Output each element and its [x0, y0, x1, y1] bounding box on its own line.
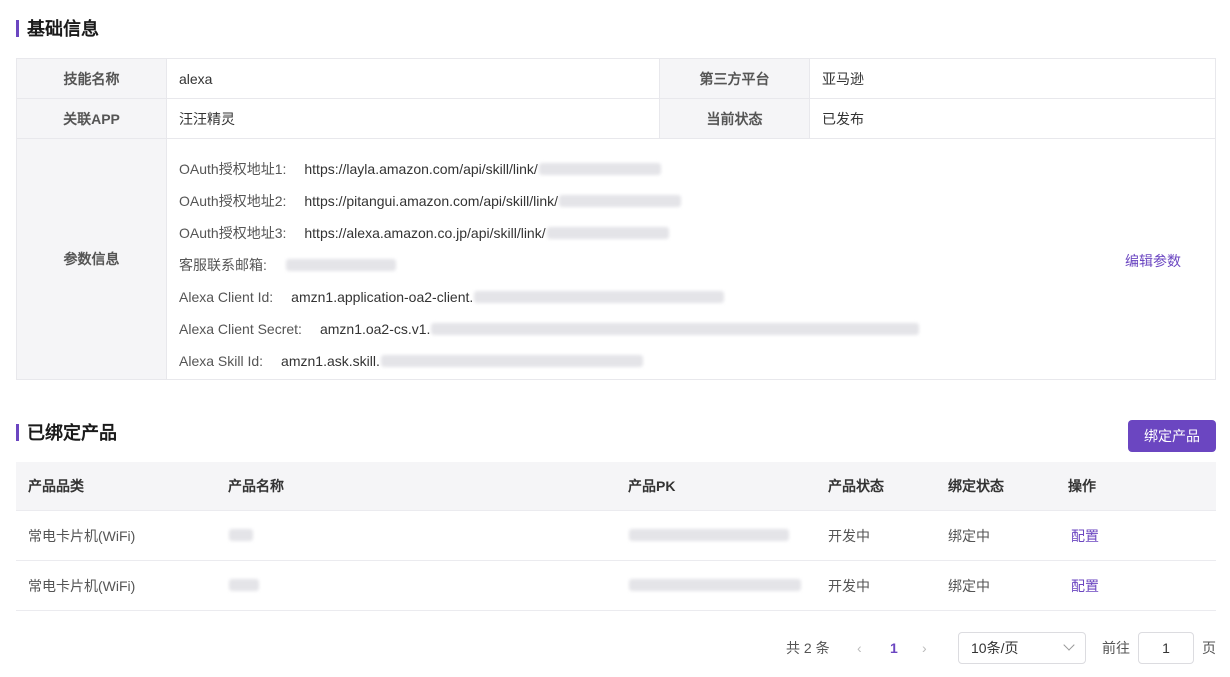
- redacted-value: [285, 259, 396, 271]
- page-size-select[interactable]: 10条/页: [958, 632, 1086, 664]
- col-header-category: 产品品类: [28, 478, 84, 494]
- col-header-product-status: 产品状态: [828, 478, 884, 494]
- bound-products-table: 产品品类 产品名称 产品PK 产品状态 绑定状态 操作 常电卡片机(WiFi) …: [16, 462, 1216, 611]
- param-key: OAuth授权地址1:: [179, 161, 287, 177]
- param-client-secret: Alexa Client Secret: amzn1.oa2-cs.v1.: [179, 313, 1215, 345]
- basic-info-heading: 基础信息: [16, 15, 99, 41]
- prev-page-icon[interactable]: ‹: [857, 632, 862, 664]
- params-list: OAuth授权地址1: https://layla.amazon.com/api…: [167, 139, 1215, 379]
- cell-name: [216, 528, 616, 544]
- bind-product-button[interactable]: 绑定产品: [1128, 420, 1216, 452]
- param-key: OAuth授权地址3:: [179, 225, 287, 241]
- heading-accent-bar: [16, 19, 19, 37]
- param-key: Alexa Client Secret:: [179, 321, 302, 337]
- redacted-value: [546, 227, 669, 239]
- goto-label: 前往: [1102, 640, 1130, 656]
- cell-bind-status: 绑定中: [948, 577, 990, 594]
- table-header: 产品品类 产品名称 产品PK 产品状态 绑定状态 操作: [16, 462, 1216, 511]
- skill-name-label: 技能名称: [17, 59, 167, 98]
- cell-pk: [616, 528, 816, 544]
- chevron-down-icon: [1063, 639, 1075, 651]
- cell-product-status: 开发中: [828, 527, 870, 544]
- edit-params-link[interactable]: 编辑参数: [1125, 251, 1181, 271]
- redacted-value: [629, 528, 789, 541]
- basic-info-title: 基础信息: [27, 19, 99, 39]
- param-key: Alexa Skill Id:: [179, 353, 264, 369]
- table-row: 常电卡片机(WiFi) 开发中 绑定中 配置: [16, 511, 1216, 561]
- status-value: 已发布: [822, 110, 864, 127]
- basic-info-table: 技能名称 alexa 第三方平台 亚马逊 关联APP 汪汪精灵 当前状态 已发布…: [16, 58, 1216, 380]
- configure-link[interactable]: 配置: [1068, 578, 1099, 594]
- cell-bind-status: 绑定中: [948, 527, 990, 544]
- col-header-action: 操作: [1068, 478, 1096, 494]
- goto-page-input[interactable]: [1138, 632, 1194, 664]
- col-header-name: 产品名称: [228, 478, 284, 494]
- page-suffix-label: 页: [1202, 640, 1216, 656]
- cell-action: 配置: [1056, 576, 1216, 596]
- param-client-id: Alexa Client Id: amzn1.application-oa2-c…: [179, 281, 1215, 313]
- app-label: 关联APP: [17, 99, 167, 138]
- cell-pk: [616, 578, 816, 594]
- next-page-icon[interactable]: ›: [922, 632, 927, 664]
- redacted-value: [559, 195, 682, 207]
- param-skill-id: Alexa Skill Id: amzn1.ask.skill.: [179, 345, 1215, 377]
- cell-name: [216, 578, 616, 594]
- redacted-value: [229, 578, 259, 591]
- info-row-params: 参数信息 OAuth授权地址1: https://layla.amazon.co…: [17, 139, 1215, 379]
- table-row: 常电卡片机(WiFi) 开发中 绑定中 配置: [16, 561, 1216, 611]
- cell-category: 常电卡片机(WiFi): [28, 577, 136, 594]
- bound-products-title: 已绑定产品: [27, 423, 117, 443]
- bound-products-heading: 已绑定产品: [16, 419, 117, 445]
- redacted-value: [380, 355, 643, 367]
- param-value: https://pitangui.amazon.com/api/skill/li…: [304, 193, 559, 209]
- param-value: https://layla.amazon.com/api/skill/link/: [304, 161, 538, 177]
- heading-accent-bar: [16, 423, 19, 441]
- redacted-value: [229, 528, 253, 541]
- param-oauth-2: OAuth授权地址2: https://pitangui.amazon.com/…: [179, 185, 1215, 217]
- info-row-app: 关联APP 汪汪精灵 当前状态 已发布: [17, 99, 1215, 139]
- params-label: 参数信息: [17, 139, 167, 379]
- param-key: Alexa Client Id:: [179, 289, 274, 305]
- param-key: 客服联系邮箱:: [179, 257, 267, 273]
- col-header-bind-status: 绑定状态: [948, 478, 1004, 494]
- platform-label: 第三方平台: [660, 59, 810, 98]
- col-header-pk: 产品PK: [628, 478, 676, 494]
- page-size-value: 10条/页: [971, 640, 1019, 656]
- cell-category: 常电卡片机(WiFi): [28, 527, 136, 544]
- param-oauth-1: OAuth授权地址1: https://layla.amazon.com/api…: [179, 153, 1215, 185]
- param-value: amzn1.oa2-cs.v1.: [319, 321, 431, 337]
- param-value: https://alexa.amazon.co.jp/api/skill/lin…: [304, 225, 546, 241]
- cell-action: 配置: [1056, 526, 1216, 546]
- param-email: 客服联系邮箱:: [179, 249, 1215, 281]
- skill-name-value: alexa: [167, 59, 660, 98]
- app-value: 汪汪精灵: [167, 99, 660, 138]
- cell-product-status: 开发中: [828, 577, 870, 594]
- redacted-value: [474, 291, 725, 303]
- redacted-value: [538, 163, 661, 175]
- redacted-value: [629, 578, 801, 591]
- info-row-skill: 技能名称 alexa 第三方平台 亚马逊: [17, 59, 1215, 99]
- platform-value: 亚马逊: [822, 70, 864, 87]
- redacted-value: [431, 323, 920, 335]
- configure-link[interactable]: 配置: [1068, 528, 1099, 544]
- param-value: amzn1.ask.skill.: [281, 353, 380, 369]
- param-value: amzn1.application-oa2-client.: [291, 289, 474, 305]
- param-oauth-3: OAuth授权地址3: https://alexa.amazon.co.jp/a…: [179, 217, 1215, 249]
- status-label: 当前状态: [660, 99, 810, 138]
- param-key: OAuth授权地址2:: [179, 193, 287, 209]
- pagination-current-page[interactable]: 1: [890, 632, 898, 664]
- pagination-total: 共 2 条: [786, 640, 830, 656]
